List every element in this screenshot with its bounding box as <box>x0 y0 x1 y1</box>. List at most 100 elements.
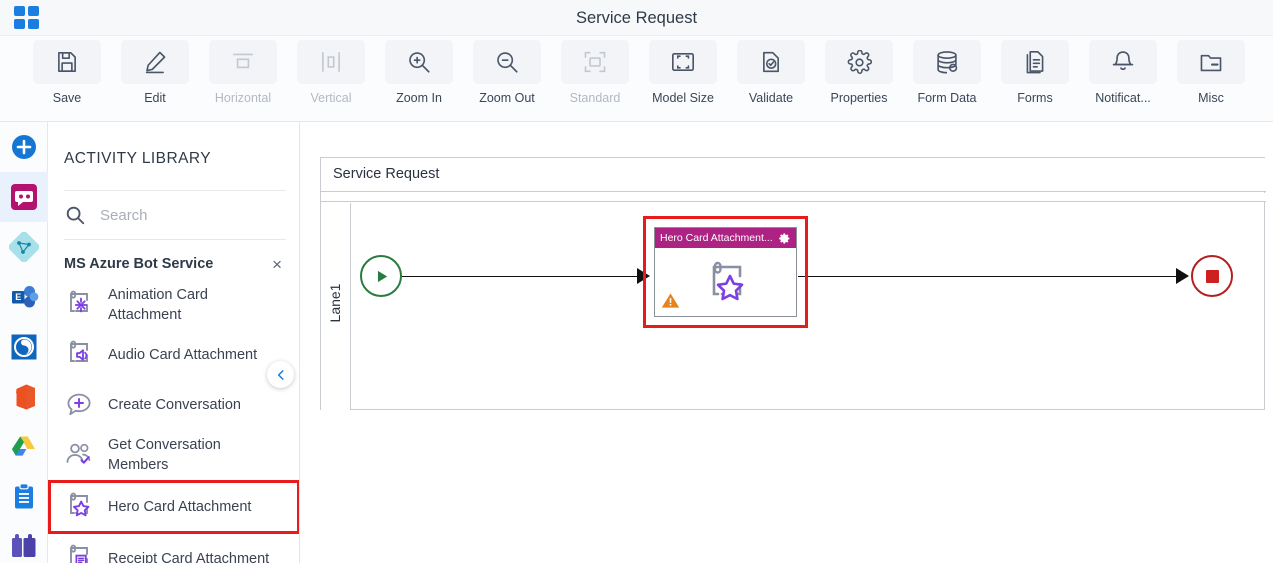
activity-item-label: Create Conversation <box>108 397 241 413</box>
panel-collapse-button[interactable] <box>267 361 294 388</box>
align-horizontal-icon <box>209 40 277 84</box>
gear-icon[interactable] <box>778 232 791 245</box>
diagram-canvas[interactable]: Service Request Lane1 Hero Card Attachme… <box>300 122 1273 563</box>
activity-item-label: Get Conversation Members <box>108 437 221 473</box>
conversation-members-icon <box>64 440 94 470</box>
validate-check-icon <box>737 40 805 84</box>
toolbar-button-save[interactable]: Save <box>31 36 103 108</box>
activity-item-get-conversation-members[interactable]: Get Conversation Members <box>48 430 299 480</box>
rail-item-office[interactable] <box>0 372 48 422</box>
bell-icon <box>1089 40 1157 84</box>
office-icon <box>9 382 39 412</box>
search-row[interactable] <box>64 191 286 239</box>
model-size-icon <box>649 40 717 84</box>
toolbar-button-label: Standard <box>569 91 621 105</box>
task-node-hero-card-attachment[interactable]: Hero Card Attachment... <box>654 227 797 317</box>
page-title: Service Request <box>575 9 698 27</box>
library-title: ACTIVITY LIBRARY <box>64 150 212 167</box>
library-group-header: MS Azure Bot Service × <box>64 250 286 278</box>
rail-item-teams[interactable] <box>0 522 48 572</box>
task-node-body <box>655 248 796 316</box>
search-icon <box>64 204 86 226</box>
warning-triangle-icon <box>661 291 680 310</box>
azure-diamond-icon <box>8 231 40 263</box>
toolbar-button-standard: Standard <box>559 36 631 108</box>
activity-item-animation-card-attachment[interactable]: Animation Card Attachment <box>48 280 299 330</box>
connector-icon-rail: E <box>0 122 48 563</box>
teams-icon <box>9 532 39 562</box>
toolbar-button-zoom-out[interactable]: Zoom Out <box>471 36 543 108</box>
toolbar-button-label: Edit <box>144 91 166 105</box>
toolbar-button-label: Validate <box>748 91 794 105</box>
flow-connector-2[interactable] <box>798 276 1178 277</box>
activity-item-label: Receipt Card Attachment <box>108 551 270 563</box>
activity-item-receipt-card-attachment[interactable]: Receipt Card Attachment <box>48 534 299 563</box>
activity-list[interactable]: Animation Card Attachment Audio Card Atta… <box>48 280 299 563</box>
activity-item-hero-card-attachment[interactable]: Hero Card Attachment <box>48 480 299 534</box>
toolbar-button-horizontal: Horizontal <box>207 36 279 108</box>
close-icon[interactable]: × <box>268 254 286 275</box>
rail-item-sharepoint[interactable] <box>0 322 48 372</box>
lane-label: Lane1 <box>327 283 343 323</box>
hero-card-icon <box>64 492 94 522</box>
toolbar-button-label: Zoom In <box>396 91 442 105</box>
toolbar-button-edit[interactable]: Edit <box>119 36 191 108</box>
end-event-node[interactable] <box>1191 255 1233 297</box>
folder-icon <box>1177 40 1245 84</box>
flow-arrow-2 <box>1176 268 1189 284</box>
toolbar-button-model-size[interactable]: Model Size <box>647 36 719 108</box>
activity-library-panel: ACTIVITY LIBRARY MS Azure Bot Service × … <box>48 122 300 563</box>
sharepoint-icon <box>9 332 39 362</box>
stop-square-icon <box>1205 269 1219 283</box>
toolbar-button-misc[interactable]: Misc <box>1175 36 1247 108</box>
toolbar-button-label: Notificat... <box>1095 91 1151 105</box>
toolbar-button-label: Horizontal <box>214 91 272 105</box>
task-node-header: Hero Card Attachment... <box>655 228 796 248</box>
toolbar-button-forms[interactable]: Forms <box>999 36 1071 108</box>
svg-text:E: E <box>15 292 21 302</box>
toolbar-button-validate[interactable]: Validate <box>735 36 807 108</box>
start-event-node[interactable] <box>360 255 402 297</box>
activity-item-create-conversation[interactable]: Create Conversation <box>48 380 299 430</box>
toolbar-button-properties[interactable]: Properties <box>823 36 895 108</box>
toolbar-button-label: Form Data <box>917 91 977 105</box>
rail-item-exchange[interactable]: E <box>0 272 48 322</box>
lane: Lane1 Hero Card Attachment... <box>321 203 1266 410</box>
database-icon <box>913 40 981 84</box>
toolbar-button-zoom-in[interactable]: Zoom In <box>383 36 455 108</box>
rail-item-google-drive[interactable] <box>0 422 48 472</box>
library-group-name: MS Azure Bot Service <box>64 256 214 272</box>
toolbar-button-form-data[interactable]: Form Data <box>911 36 983 108</box>
zoom-in-icon <box>385 40 453 84</box>
chevron-left-icon <box>277 369 284 380</box>
google-drive-icon <box>9 432 39 462</box>
exchange-icon: E <box>9 282 39 312</box>
search-input[interactable] <box>98 205 278 225</box>
audio-card-icon <box>64 340 94 370</box>
process-pool: Service Request Lane1 Hero Card Attachme… <box>320 157 1266 410</box>
animation-card-icon <box>64 290 94 320</box>
rail-item-azure-devops[interactable] <box>0 222 48 272</box>
rail-item-bot-service[interactable] <box>0 172 48 222</box>
toolbar-button-notificat[interactable]: Notificat... <box>1087 36 1159 108</box>
toolbar-button-label: Model Size <box>652 91 714 105</box>
task-node-title: Hero Card Attachment... <box>660 232 773 244</box>
toolbar-button-label: Vertical <box>310 91 352 105</box>
plus-circle-icon <box>9 132 39 162</box>
zoom-out-icon <box>473 40 541 84</box>
clipboard-icon <box>9 482 39 512</box>
pool-header: Service Request <box>321 158 1266 192</box>
toolbar-button-label: Forms <box>1017 91 1053 105</box>
rail-item-tasks[interactable] <box>0 472 48 522</box>
create-conversation-icon <box>64 390 94 420</box>
play-triangle-icon <box>377 270 387 282</box>
receipt-card-icon <box>64 544 94 563</box>
gear-icon <box>825 40 893 84</box>
pool-subheader <box>321 193 1266 202</box>
activity-item-audio-card-attachment[interactable]: Audio Card Attachment <box>48 330 299 380</box>
align-vertical-icon <box>297 40 365 84</box>
pool-title: Service Request <box>333 166 440 182</box>
flow-connector-1[interactable] <box>402 276 640 277</box>
rail-item-add-connector[interactable] <box>0 122 48 172</box>
document-icon <box>1001 40 1069 84</box>
